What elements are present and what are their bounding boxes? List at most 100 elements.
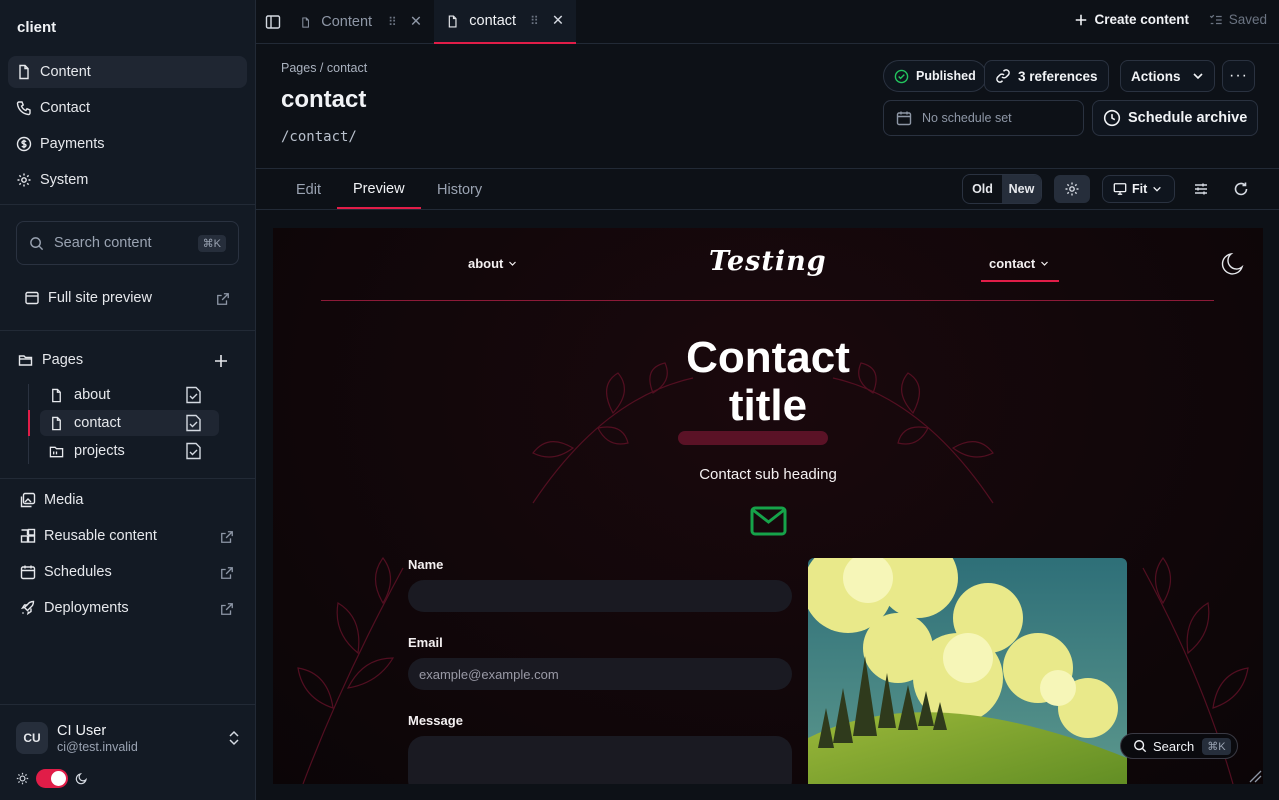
moon-icon[interactable] [1221,250,1247,276]
calendar-icon [20,565,36,580]
message-field[interactable] [408,736,792,784]
page-item-label: about [74,387,111,403]
preview-search-label: Search [1153,738,1195,754]
preview-search-button[interactable]: Search ⌘K [1120,733,1238,759]
contact-title-line: Contact [686,333,850,382]
status-label: Published [916,69,976,83]
adjustments-button[interactable] [1191,179,1211,199]
header-rule [321,300,1214,301]
moon-icon [75,773,87,785]
search-icon [30,236,44,250]
nav-item-label: Contact [40,100,90,116]
nav-item-label: System [40,172,89,188]
nav-item-system[interactable]: System [8,164,247,196]
nav-item-content[interactable]: Content [8,56,247,88]
nav-item-deployments[interactable]: Deployments [20,600,129,616]
actions-label: Actions [1131,68,1181,84]
tab-content[interactable]: Content ⠿ ✕ [288,0,434,44]
nav-item-schedules[interactable]: Schedules [20,564,112,580]
page-item-about[interactable]: about [40,382,219,408]
email-label: Email [408,635,443,650]
refresh-icon [1234,182,1248,196]
page-title: contact [281,86,367,113]
more-options-button[interactable]: ··· [1222,60,1255,92]
gear-icon [1065,182,1079,196]
nav-item-reusable-content[interactable]: Reusable content [20,528,157,544]
tab-history[interactable]: History [421,170,498,209]
tab-label: Preview [353,180,405,197]
folder-open-icon [18,355,33,366]
pages-label: Pages [42,352,84,368]
pages-section-header[interactable]: Pages [18,352,83,368]
nav-item-contact[interactable]: Contact [8,92,247,124]
name-label: Name [408,557,444,572]
monitor-icon [1113,183,1127,195]
compare-old-button[interactable]: Old [963,175,1002,203]
email-field[interactable]: example@example.com [408,658,792,690]
references-button[interactable]: 3 references [984,60,1109,92]
ellipsis-icon: ··· [1229,67,1248,84]
chevron-down-icon [509,261,517,266]
document-icon [448,15,457,27]
user-menu[interactable]: CU CI User ci@test.invalid [16,722,241,754]
tab-contact[interactable]: contact ⠿ ✕ [434,0,576,44]
theme-toggle[interactable] [36,769,68,788]
schedule-date-input[interactable]: No schedule set [883,100,1084,136]
brand-name: client [17,19,57,36]
tab-edit[interactable]: Edit [280,170,337,209]
page-item-label: projects [74,443,125,459]
sidebar-divider [0,478,256,479]
saved-label: Saved [1228,12,1267,27]
search-shortcut: ⌘K [197,234,226,252]
close-icon[interactable]: ✕ [552,13,564,29]
email-placeholder: example@example.com [419,666,559,682]
user-name: CI User [57,722,107,739]
name-field[interactable] [408,580,792,612]
actions-menu-button[interactable]: Actions [1120,60,1215,92]
tab-preview[interactable]: Preview [337,170,421,209]
contact-title-line: title [728,381,808,430]
sidebar-toggle-icon[interactable] [265,14,281,30]
external-link-icon [221,531,233,543]
drag-handle-icon[interactable]: ⠿ [530,14,539,28]
nav-item-media[interactable]: Media [20,492,84,508]
search-placeholder: Search content [54,235,152,251]
drag-handle-icon[interactable]: ⠿ [388,15,397,29]
zoom-label: Fit [1132,182,1148,196]
preview-nav-label: about [468,256,504,271]
refresh-button[interactable] [1231,179,1251,199]
nav-item-label: Content [40,64,91,80]
full-site-preview-link[interactable]: Full site preview [24,290,152,306]
schedule-archive-button[interactable]: Schedule archive [1092,100,1259,136]
status-badge[interactable]: Published [883,60,987,92]
landscape-image [808,558,1127,784]
external-link-icon [221,567,233,579]
nav-item-label: Deployments [44,600,129,616]
nav-item-payments[interactable]: Payments [8,128,247,160]
page-item-contact[interactable]: contact [40,410,219,436]
breadcrumb: Pages / contact [281,61,368,75]
viewport-zoom-select[interactable]: Fit [1102,175,1175,203]
add-page-plus-icon[interactable] [213,353,229,369]
link-icon [996,69,1010,83]
preview-nav-about[interactable]: about [468,256,517,271]
tab-label: contact [469,13,517,29]
close-icon[interactable]: ✕ [410,14,422,30]
page-item-projects[interactable]: projects [40,438,219,464]
create-content-button[interactable]: Create content [1074,12,1189,27]
schedule-placeholder: No schedule set [922,111,1012,125]
sliders-icon [1195,183,1207,195]
list-check-icon [1209,14,1222,24]
search-content-input[interactable]: Search content ⌘K [16,221,239,265]
preview-settings-button[interactable] [1054,175,1090,203]
calendar-icon [896,111,912,126]
site-logo[interactable]: Testing [709,246,827,277]
tab-label: Edit [296,181,321,198]
compare-new-button[interactable]: New [1002,175,1041,203]
resize-handle-icon[interactable] [1248,769,1262,783]
schedule-archive-label: Schedule archive [1128,110,1248,126]
app-window: client Content Contact Payments System S… [0,0,1279,800]
contact-title: Contact title [618,334,918,430]
preview-nav-contact[interactable]: contact [989,256,1049,271]
tab-bar: Content ⠿ ✕ contact ⠿ ✕ Create content S… [256,0,1279,44]
